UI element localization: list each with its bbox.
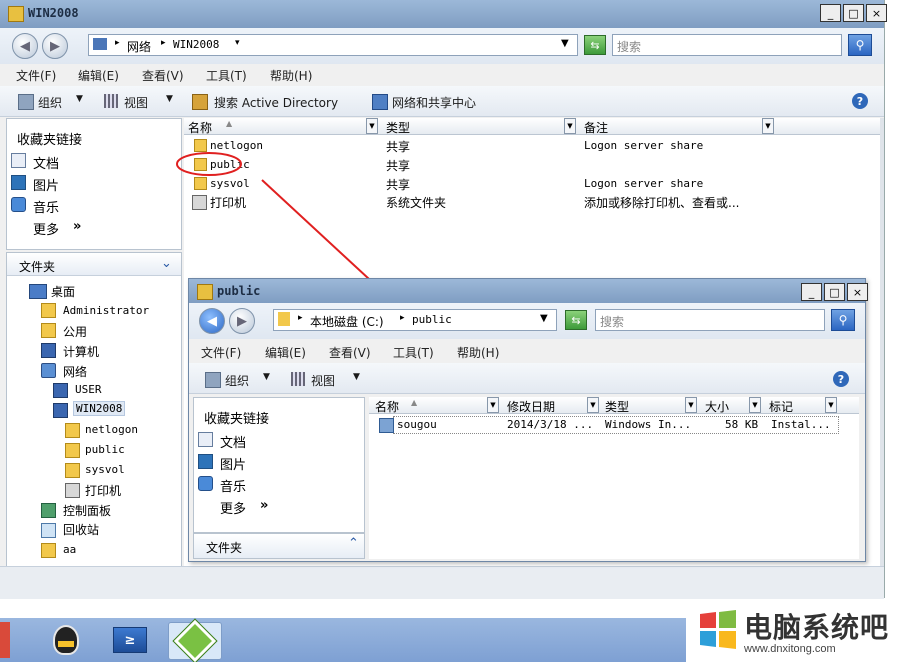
server-manager-icon[interactable] bbox=[168, 618, 222, 662]
installer-icon bbox=[379, 418, 394, 433]
maximize-button[interactable]: □ bbox=[824, 283, 845, 301]
minimize-button[interactable]: _ bbox=[801, 283, 822, 301]
start-button[interactable] bbox=[0, 622, 10, 658]
qq-icon[interactable] bbox=[40, 622, 92, 658]
music-icon bbox=[198, 476, 213, 491]
pictures-icon bbox=[198, 454, 213, 469]
col-name[interactable]: 名称 bbox=[375, 398, 399, 415]
inner-file-list: 名称 ▲ ▼ 修改日期 ▼ 类型 ▼ 大小 ▼ 标记 ▼ sougou 2014… bbox=[369, 397, 859, 559]
breadcrumb-public[interactable]: public bbox=[412, 313, 452, 326]
col-tag[interactable]: 标记 bbox=[769, 398, 793, 415]
watermark-url: www.dnxitong.com bbox=[744, 643, 836, 655]
inner-menu-bar: 文件(F) 编辑(E) 查看(V) 工具(T) 帮助(H) bbox=[189, 339, 865, 361]
favorites-more[interactable]: 更多 bbox=[220, 498, 246, 517]
menu-help[interactable]: 帮助(H) bbox=[457, 344, 499, 361]
col-dropdown-icon[interactable]: ▼ bbox=[825, 397, 837, 413]
chevron-double-right-icon[interactable]: » bbox=[260, 498, 268, 513]
folder-icon bbox=[278, 312, 290, 326]
inner-search-input[interactable]: 搜索 bbox=[595, 309, 825, 331]
powershell-icon[interactable]: ≥ bbox=[104, 622, 156, 658]
highlight-circle bbox=[176, 152, 242, 176]
views-icon bbox=[291, 372, 305, 386]
menu-tools[interactable]: 工具(T) bbox=[393, 344, 434, 361]
windows-logo-icon bbox=[700, 610, 736, 649]
inner-column-headers: 名称 ▲ ▼ 修改日期 ▼ 类型 ▼ 大小 ▼ 标记 ▼ bbox=[369, 397, 859, 414]
folder-app-icon bbox=[197, 284, 213, 300]
chevron-up-icon[interactable]: ⌃ bbox=[348, 536, 359, 551]
close-button[interactable]: × bbox=[847, 283, 868, 301]
menu-file[interactable]: 文件(F) bbox=[201, 344, 241, 361]
inner-window-title: public bbox=[217, 284, 261, 298]
watermark: 电脑系统吧 www.dnxitong.com bbox=[686, 600, 908, 662]
col-dropdown-icon[interactable]: ▼ bbox=[487, 397, 499, 413]
menu-view[interactable]: 查看(V) bbox=[329, 344, 371, 361]
organize-button[interactable]: 组织 bbox=[225, 372, 249, 389]
favorite-music[interactable]: 音乐 bbox=[220, 476, 246, 495]
inner-address-bar[interactable]: ▸ 本地磁盘 (C:) ▸ public ▼ bbox=[273, 309, 557, 331]
col-modified[interactable]: 修改日期 bbox=[507, 398, 555, 415]
organize-icon bbox=[205, 372, 221, 388]
documents-icon bbox=[198, 432, 213, 447]
breadcrumb-local-disk[interactable]: 本地磁盘 (C:) bbox=[310, 313, 384, 330]
refresh-icon[interactable]: ⇆ bbox=[565, 310, 587, 330]
inner-folders-header[interactable]: 文件夹 ⌃ bbox=[193, 533, 365, 559]
inner-favorites-pane: 收藏夹链接 文档 图片 音乐 更多 » bbox=[193, 397, 365, 533]
inner-window-controls: _ □ × bbox=[801, 283, 868, 301]
inner-toolbar: 组织 ▼ 视图 ▼ ? bbox=[189, 363, 865, 394]
menu-edit[interactable]: 编辑(E) bbox=[265, 344, 306, 361]
inner-navigation-bar: ◀ ▶ ▸ 本地磁盘 (C:) ▸ public ▼ ⇆ 搜索 ⚲ bbox=[189, 303, 865, 339]
address-dropdown-icon[interactable]: ▼ bbox=[540, 313, 548, 324]
views-button[interactable]: 视图 bbox=[311, 372, 335, 389]
col-size[interactable]: 大小 bbox=[705, 398, 729, 415]
col-dropdown-icon[interactable]: ▼ bbox=[587, 397, 599, 413]
col-type[interactable]: 类型 bbox=[605, 398, 629, 415]
col-dropdown-icon[interactable]: ▼ bbox=[749, 397, 761, 413]
forward-arrow-icon[interactable]: ▶ bbox=[229, 308, 255, 334]
public-explorer-window: public _ □ × ◀ ▶ ▸ 本地磁盘 (C:) ▸ public ▼ … bbox=[188, 278, 868, 562]
folders-title: 文件夹 bbox=[206, 541, 243, 555]
favorite-documents[interactable]: 文档 bbox=[220, 432, 246, 451]
watermark-title: 电脑系统吧 bbox=[744, 611, 890, 644]
favorite-pictures[interactable]: 图片 bbox=[220, 454, 246, 473]
col-dropdown-icon[interactable]: ▼ bbox=[685, 397, 697, 413]
help-icon[interactable]: ? bbox=[833, 371, 849, 387]
favorites-title: 收藏夹链接 bbox=[204, 412, 270, 427]
search-icon[interactable]: ⚲ bbox=[831, 309, 855, 331]
back-arrow-icon[interactable]: ◀ bbox=[199, 308, 225, 334]
inner-titlebar[interactable]: public _ □ × bbox=[189, 279, 868, 303]
